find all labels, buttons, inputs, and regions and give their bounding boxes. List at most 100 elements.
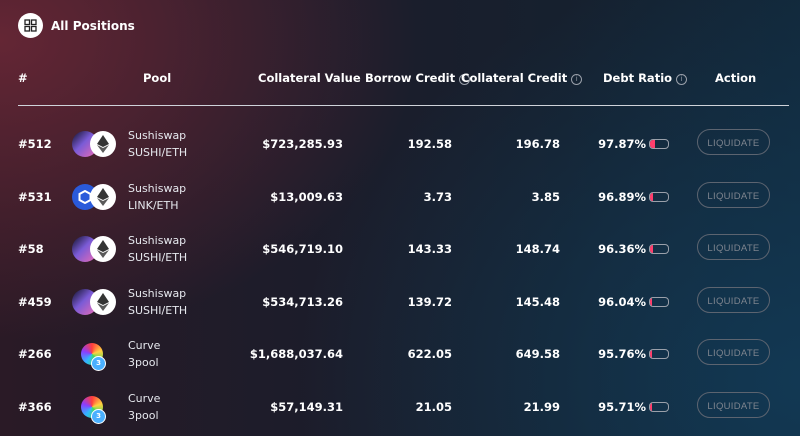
debt-ratio: 96.36% [598,242,646,256]
pool-pair: SUSHI/ETH [128,251,188,264]
liquidate-button[interactable]: LIQUIDATE [697,392,770,418]
position-id: #512 [18,137,52,151]
position-id: #266 [18,347,52,361]
info-icon[interactable]: i [571,74,583,85]
pool-pair: 3pool [128,409,159,422]
table-header: # Pool Collateral Value Borrow Credit i C… [0,71,800,87]
borrow-credit: 21.05 [415,400,452,414]
debt-ratio-bar [649,297,669,307]
pool-pair: 3pool [128,356,159,369]
page-header: All Positions [18,13,135,38]
collateral-value: $546,719.10 [262,242,343,256]
column-collateral-credit-label: Collateral Credit [461,71,568,85]
debt-ratio: 97.87% [598,137,646,151]
column-borrow-credit-label: Borrow Credit [365,71,456,85]
position-id: #366 [18,400,52,414]
curve-badge-icon: 3 [91,356,106,371]
token-icons [72,131,118,159]
debt-ratio: 96.04% [598,295,646,309]
position-id: #58 [18,242,44,256]
collateral-credit: 196.78 [515,137,560,151]
debt-ratio: 96.89% [598,190,646,204]
debt-ratio-bar-fill [650,193,654,201]
liquidate-button[interactable]: LIQUIDATE [697,234,770,260]
eth-icon [90,236,116,262]
column-debt-ratio-label: Debt Ratio [603,71,673,85]
pool-name: Sushiswap SUSHI/ETH [128,232,187,266]
liquidate-button[interactable]: LIQUIDATE [697,182,770,208]
table-row: #366 3 Curve 3pool $57,149.31 21.05 21.99 95.71… [0,388,800,428]
token-icons: 3 [72,341,118,371]
collateral-value: $57,149.31 [270,400,343,414]
debt-ratio-bar-fill [650,403,653,411]
page-title: All Positions [51,18,135,33]
pool-name: Sushiswap LINK/ETH [128,180,186,214]
table-row: #266 3 Curve 3pool $1,688,037.64 622.05 649.58… [0,335,800,375]
debt-ratio-bar [649,139,669,149]
pool-protocol: Curve [128,339,161,352]
pool-name: Sushiswap SUSHI/ETH [128,285,187,319]
collateral-value: $1,688,037.64 [249,347,343,361]
liquidate-button[interactable]: LIQUIDATE [697,287,770,313]
borrow-credit: 622.05 [407,347,452,361]
header-divider [18,105,789,106]
pool-pair: SUSHI/ETH [128,146,188,159]
column-id: # [18,71,28,85]
column-action: Action [715,71,757,85]
column-borrow-credit: Borrow Credit i [365,71,471,85]
collateral-credit: 145.48 [515,295,560,309]
token-icons [72,289,118,317]
borrow-credit: 139.72 [407,295,452,309]
token-icons: 3 [72,394,118,424]
debt-ratio-bar-fill [650,140,655,148]
debt-ratio-bar [649,192,669,202]
pool-protocol: Curve [128,392,161,405]
info-icon[interactable]: i [676,74,688,85]
position-id: #531 [18,190,52,204]
debt-ratio: 95.76% [598,347,646,361]
pool-name: Curve 3pool [128,390,160,424]
pool-name: Sushiswap SUSHI/ETH [128,127,187,161]
collateral-credit: 649.58 [515,347,560,361]
token-icons [72,184,118,212]
borrow-credit: 3.73 [423,190,452,204]
debt-ratio-bar [649,349,669,359]
pool-protocol: Sushiswap [128,234,187,247]
eth-icon [90,289,116,315]
curve-badge-icon: 3 [91,409,106,424]
table-row: #459 Sushiswap SUSHI/ETH $534,713.26 139.72 1… [0,283,800,323]
eth-icon [90,131,116,157]
debt-ratio-bar-fill [650,350,653,358]
debt-ratio-bar [649,244,669,254]
table-row: #58 Sushiswap SUSHI/ETH $546,719.10 143.33 14… [0,230,800,270]
debt-ratio-bar-fill [650,245,653,253]
collateral-credit: 148.74 [515,242,560,256]
debt-ratio: 95.71% [598,400,646,414]
borrow-credit: 192.58 [407,137,452,151]
collateral-value: $723,285.93 [262,137,343,151]
collateral-credit: 21.99 [523,400,560,414]
liquidate-button[interactable]: LIQUIDATE [697,339,770,365]
column-collateral-credit: Collateral Credit i [461,71,583,85]
collateral-credit: 3.85 [531,190,560,204]
table-row: #531 Sushiswap LINK/ETH $13,009.63 3.73 3.85 9… [0,178,800,218]
collateral-value: $13,009.63 [270,190,343,204]
pool-name: Curve 3pool [128,337,160,371]
position-id: #459 [18,295,52,309]
debt-ratio-bar [649,402,669,412]
borrow-credit: 143.33 [407,242,452,256]
pool-protocol: Sushiswap [128,182,187,195]
pool-protocol: Sushiswap [128,287,187,300]
grid-icon[interactable] [18,13,43,38]
pool-pair: SUSHI/ETH [128,304,188,317]
debt-ratio-bar-fill [650,298,653,306]
pool-protocol: Sushiswap [128,129,187,142]
column-debt-ratio: Debt Ratio i [603,71,688,85]
pool-pair: LINK/ETH [128,199,179,212]
liquidate-button[interactable]: LIQUIDATE [697,129,770,155]
table-row: #512 Sushiswap SUSHI/ETH $723,285.93 192.58 1… [0,125,800,165]
eth-icon [90,184,116,210]
collateral-value: $534,713.26 [262,295,343,309]
column-pool: Pool [143,71,172,85]
token-icons [72,236,118,264]
